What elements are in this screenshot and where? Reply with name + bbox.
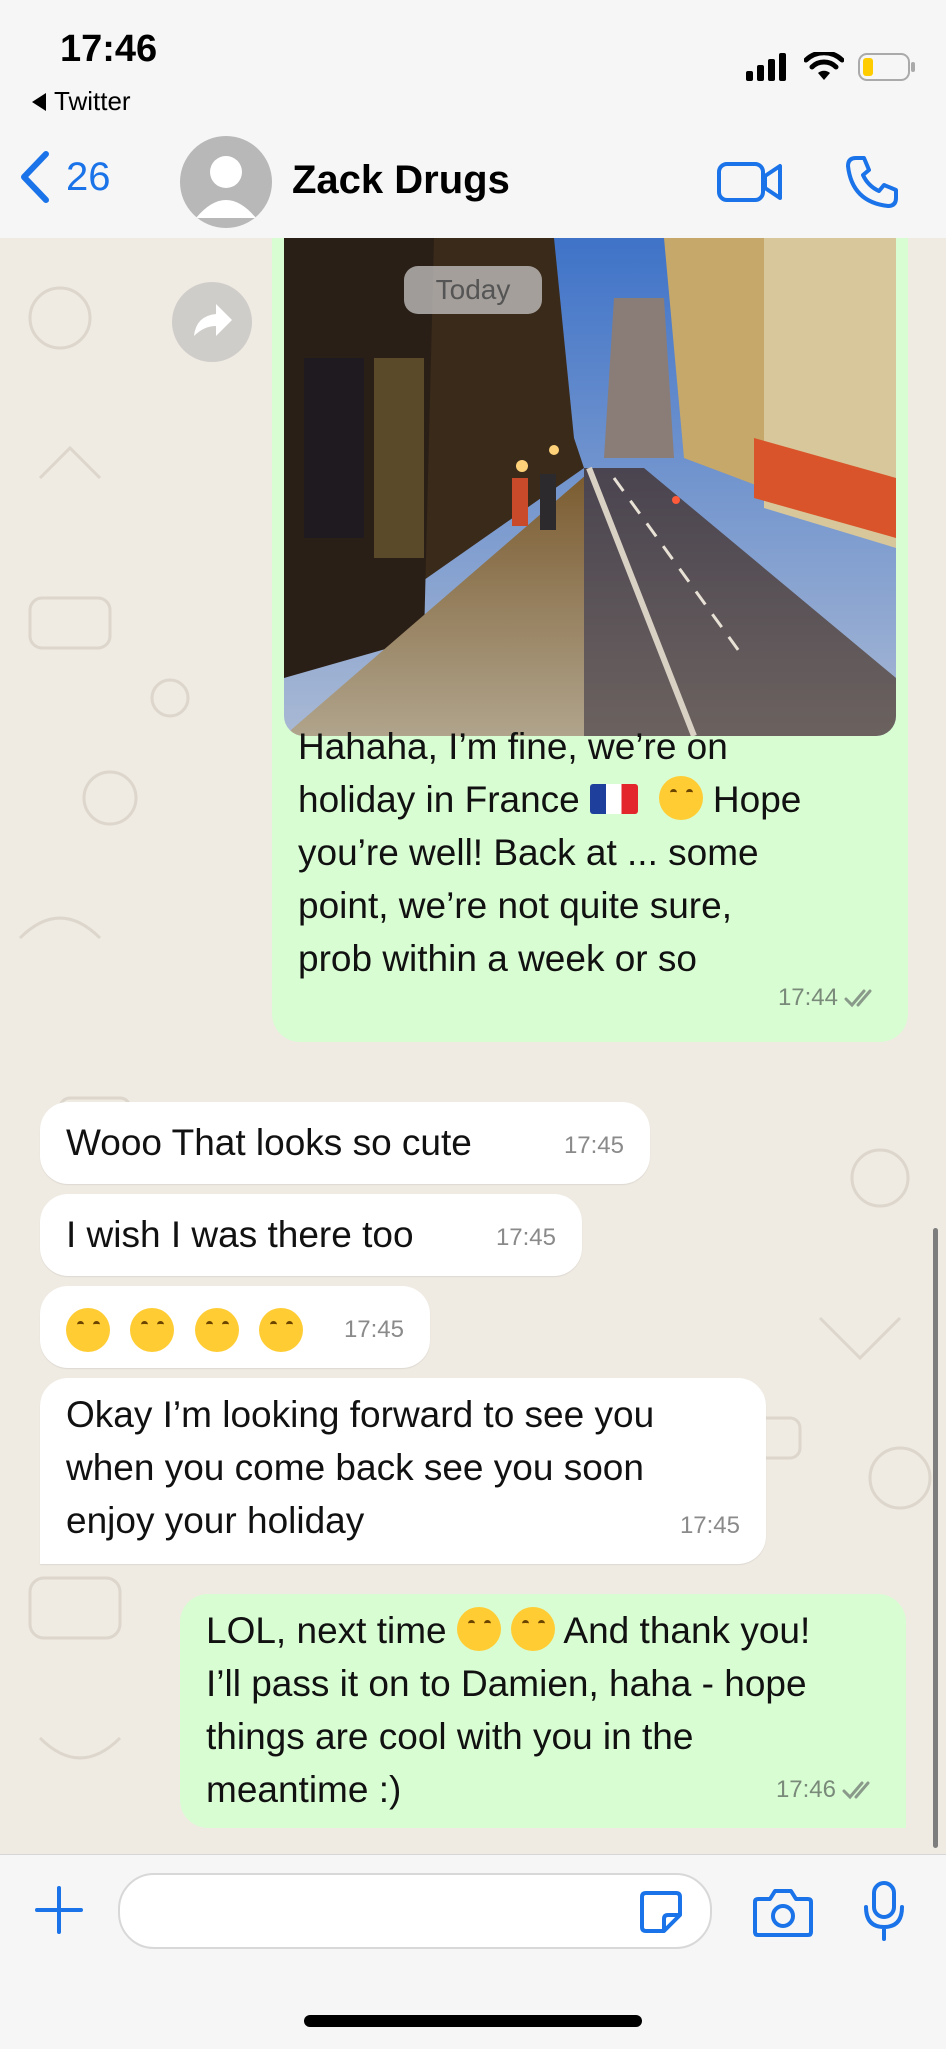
video-call-icon[interactable] (716, 152, 784, 212)
plus-icon[interactable] (34, 1885, 84, 1935)
incoming-message[interactable]: Wooo That looks so cute 17:45 (40, 1102, 650, 1184)
france-flag-icon (590, 784, 639, 814)
chat-header: 26 Zack Drugs (0, 130, 946, 239)
message-time: 17:45 (679, 1512, 740, 1539)
microphone-icon[interactable] (860, 1879, 908, 1943)
message-line: Okay I’m looking forward to see you (66, 1394, 655, 1435)
tears-of-joy-icon (511, 1607, 556, 1651)
outgoing-message[interactable]: LOL, next time And thank you! I’ll pass … (180, 1594, 906, 1828)
status-bar: 17:46 Twitter (0, 0, 946, 130)
phone-call-icon[interactable] (842, 152, 902, 212)
scrollbar[interactable] (933, 1228, 938, 1848)
message-line: LOL, next time And thank you! (206, 1604, 896, 1657)
double-check-icon (842, 1781, 870, 1799)
message-line-text: And thank you! (563, 1610, 811, 1651)
message-line-text: LOL, next time (206, 1610, 447, 1651)
double-check-icon (844, 989, 872, 1007)
home-indicator[interactable] (304, 2015, 642, 2027)
message-text: I wish I was there too (66, 1214, 414, 1255)
date-pill: Today (404, 266, 542, 314)
message-time: 17:45 (343, 1316, 404, 1343)
back-button[interactable]: 26 (18, 150, 111, 204)
message-time: 17:45 (563, 1132, 624, 1159)
message-text: Okay I’m looking forward to see you when… (66, 1388, 654, 1547)
sticker-icon[interactable] (638, 1889, 684, 1935)
message-meta: 17:44 (778, 971, 880, 1024)
emoji-row (66, 1305, 303, 1358)
tears-of-joy-icon (194, 1308, 239, 1352)
tears-of-joy-icon (130, 1308, 175, 1352)
message-line-text: Hope (712, 779, 802, 820)
message-time: 17:45 (495, 1224, 556, 1251)
back-triangle-icon (32, 92, 46, 111)
message-time: 17:44 (777, 984, 838, 1011)
message-input[interactable] (118, 1873, 712, 1949)
forward-arrow-icon (194, 304, 232, 336)
message-line: things are cool with you in the (206, 1716, 694, 1757)
forward-button[interactable] (172, 282, 252, 362)
compose-bar (0, 1854, 946, 2049)
message-line: holiday in France Hope (298, 773, 888, 826)
person-icon (196, 156, 256, 218)
unread-count: 26 (66, 154, 111, 199)
street-photo-image (284, 238, 896, 736)
status-time: 17:46 (60, 28, 158, 70)
battery-icon (858, 53, 915, 81)
message-line-text: holiday in France (298, 779, 580, 820)
message-line: enjoy your holiday (66, 1500, 365, 1541)
message-line: Hahaha, I’m fine, we’re on (298, 726, 728, 767)
shared-photo[interactable] (284, 238, 896, 736)
back-to-app-link[interactable]: Twitter (32, 86, 131, 117)
message-line: you’re well! Back at ... some (298, 832, 759, 873)
message-line: I’ll pass it on to Damien, haha - hope (206, 1663, 807, 1704)
incoming-emoji-message[interactable]: 17:45 (40, 1286, 430, 1368)
message-time: 17:46 (775, 1776, 836, 1803)
wifi-icon (804, 52, 844, 80)
incoming-message[interactable]: I wish I was there too 17:45 (40, 1194, 582, 1276)
tears-of-joy-icon (258, 1308, 303, 1352)
signal-icon (746, 53, 786, 81)
outgoing-photo-message[interactable]: Hahaha, I’m fine, we’re on holiday in Fr… (272, 238, 908, 1042)
tears-of-joy-icon (66, 1308, 110, 1352)
message-line: point, we’re not quite sure, (298, 885, 732, 926)
message-list[interactable]: Hahaha, I’m fine, we’re on holiday in Fr… (0, 238, 946, 1854)
outgoing-message-text: Hahaha, I’m fine, we’re on holiday in Fr… (298, 720, 888, 985)
message-line: when you come back see you soon (66, 1447, 644, 1488)
grinning-face-icon (658, 776, 703, 820)
contact-avatar[interactable] (180, 136, 272, 228)
contact-name[interactable]: Zack Drugs (292, 158, 510, 203)
system-icons (746, 52, 916, 82)
back-app-label: Twitter (54, 86, 131, 116)
message-text: Wooo That looks so cute (66, 1122, 472, 1163)
message-meta: 17:46 (776, 1763, 878, 1816)
incoming-message[interactable]: Okay I’m looking forward to see you when… (40, 1378, 766, 1564)
chevron-left-icon (21, 151, 49, 203)
tears-of-joy-icon (456, 1607, 501, 1651)
camera-icon[interactable] (752, 1885, 814, 1939)
